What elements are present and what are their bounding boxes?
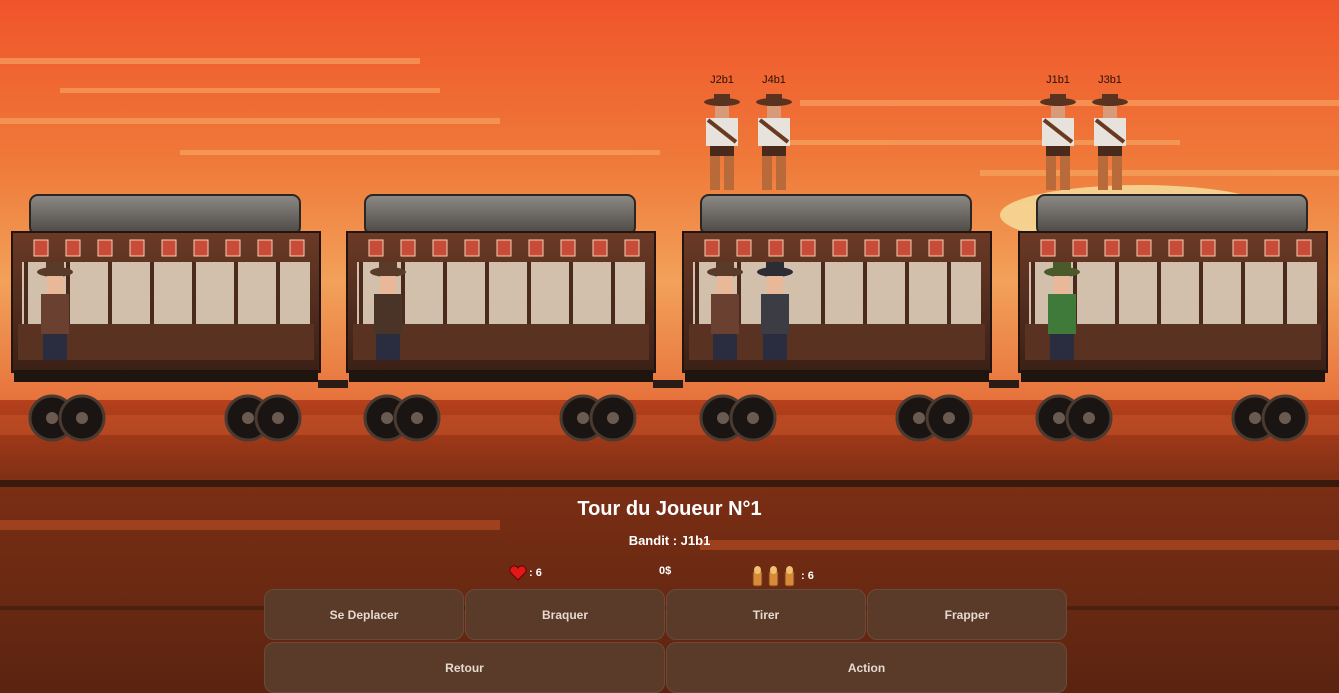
move-button[interactable]: Se Deplacer <box>264 589 464 640</box>
punch-button[interactable]: Frapper <box>867 589 1067 640</box>
rob-button[interactable]: Braquer <box>465 589 665 640</box>
game-scene <box>0 0 1339 693</box>
shoot-button[interactable]: Tirer <box>666 589 866 640</box>
action-button[interactable]: Action <box>666 642 1067 693</box>
rail-track <box>0 480 1339 487</box>
back-button[interactable]: Retour <box>264 642 665 693</box>
